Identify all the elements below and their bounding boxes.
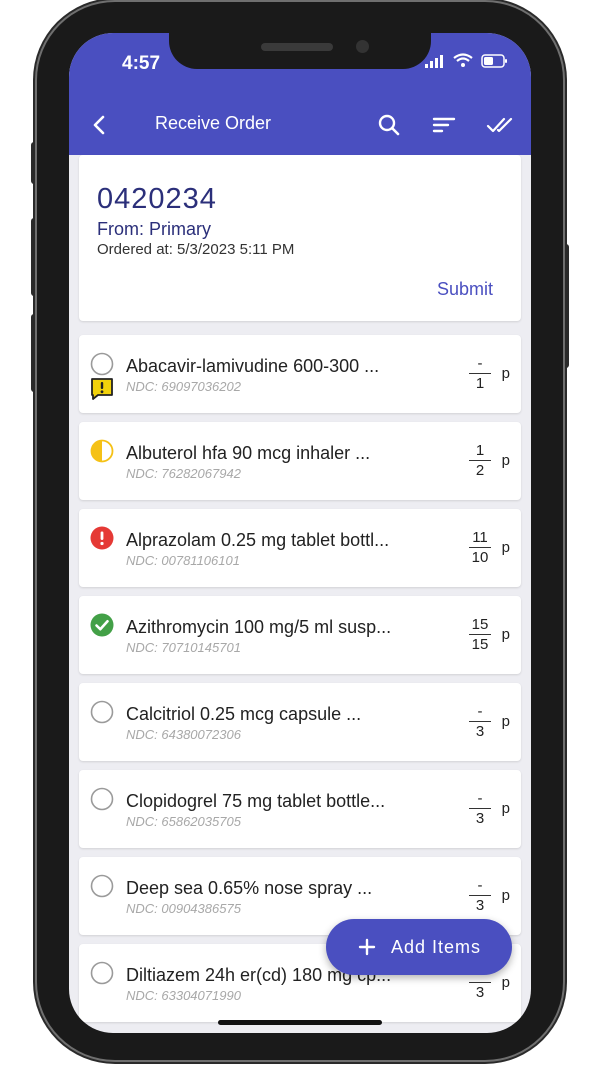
fraction-bar	[469, 373, 491, 374]
list-item[interactable]: Azithromycin 100 mg/5 ml susp... NDC: 707…	[79, 596, 521, 674]
list-item[interactable]: Calcitriol 0.25 mcg capsule ... NDC: 6438…	[79, 683, 521, 761]
order-summary-card: 0420234 From: Primary Ordered at: 5/3/20…	[79, 155, 521, 321]
received-count: 1	[475, 442, 485, 459]
item-name: Deep sea 0.65% nose spray ...	[126, 878, 373, 898]
item-name: Alprazolam 0.25 mg tablet bottl...	[126, 530, 390, 550]
app-bar: Receive Order	[69, 105, 531, 145]
double-check-icon[interactable]	[486, 110, 516, 140]
home-indicator	[218, 1020, 382, 1025]
ordered-count: 3	[475, 897, 485, 914]
item-quantity: -3	[469, 703, 491, 740]
empty-circle-icon[interactable]	[90, 352, 114, 376]
item-quantity: 15 15	[469, 616, 491, 653]
item-unit: p	[501, 626, 510, 643]
battery-icon	[481, 53, 507, 68]
item-unit: p	[501, 539, 510, 556]
page-title: Receive Order	[155, 113, 272, 133]
item-name: Abacavir-lamivudine 600-300 ...	[126, 356, 380, 376]
submit-button[interactable]: Submit	[437, 279, 493, 300]
signal-icon	[425, 54, 443, 68]
check-circle-icon[interactable]	[90, 613, 114, 637]
ordered-count: 2	[475, 462, 485, 479]
item-quantity: -1	[469, 355, 491, 392]
search-icon[interactable]	[374, 110, 404, 140]
add-items-button[interactable]: Add Items	[326, 919, 512, 975]
order-number: 0420234	[97, 183, 217, 215]
item-unit: p	[501, 365, 510, 382]
add-items-label: Add Items	[390, 936, 482, 957]
received-count: 15	[471, 616, 489, 633]
item-unit: p	[501, 713, 510, 730]
fraction-bar	[469, 808, 491, 809]
empty-circle-icon[interactable]	[90, 874, 114, 898]
item-ndc: NDC: 76282067942	[126, 466, 241, 481]
status-time: 4:57	[122, 53, 161, 74]
warning-icon	[91, 378, 113, 400]
item-ndc: NDC: 65862035705	[126, 814, 241, 829]
item-unit: p	[501, 452, 510, 469]
order-date: Ordered at: 5/3/2023 5:11 PM	[97, 241, 295, 258]
ordered-count: 1	[475, 375, 485, 392]
notch	[169, 33, 431, 69]
fraction-bar	[469, 634, 491, 635]
item-unit: p	[501, 887, 510, 904]
fraction-bar	[469, 895, 491, 896]
empty-circle-icon[interactable]	[90, 787, 114, 811]
app-header: 4:57 Receive Order	[69, 33, 531, 155]
wifi-icon	[453, 53, 473, 67]
ordered-count: 3	[475, 984, 485, 1001]
fraction-bar	[469, 460, 491, 461]
list-item[interactable]: Clopidogrel 75 mg tablet bottle... NDC: 6…	[79, 770, 521, 848]
received-count: -	[477, 355, 483, 372]
item-name: Azithromycin 100 mg/5 ml susp...	[126, 617, 392, 637]
item-ndc: NDC: 63304071990	[126, 988, 241, 1003]
plus-icon	[358, 938, 376, 956]
fraction-bar	[469, 982, 491, 983]
ordered-count: 15	[471, 636, 489, 653]
empty-circle-icon[interactable]	[90, 700, 114, 724]
received-count: -	[477, 703, 483, 720]
item-ndc: NDC: 69097036202	[126, 379, 241, 394]
received-count: -	[477, 877, 483, 894]
item-unit: p	[501, 974, 510, 991]
item-name: Albuterol hfa 90 mcg inhaler ...	[126, 443, 371, 463]
item-ndc: NDC: 00904386575	[126, 901, 241, 916]
fraction-bar	[469, 721, 491, 722]
item-quantity: -3	[469, 790, 491, 827]
received-count: 11	[472, 529, 488, 546]
chevron-left-icon[interactable]	[85, 110, 115, 140]
item-quantity: 11 10	[469, 529, 491, 566]
item-quantity: -3	[469, 877, 491, 914]
item-ndc: NDC: 70710145701	[126, 640, 241, 655]
item-unit: p	[501, 800, 510, 817]
ordered-count: 3	[475, 810, 485, 827]
status-icons	[425, 53, 509, 68]
error-icon[interactable]	[90, 526, 114, 550]
sort-icon[interactable]	[430, 110, 460, 140]
item-name: Clopidogrel 75 mg tablet bottle...	[126, 791, 386, 811]
speaker-grille	[261, 43, 333, 51]
list-item[interactable]: Alprazolam 0.25 mg tablet bottl... NDC: 0…	[79, 509, 521, 587]
half-circle-icon[interactable]	[90, 439, 114, 463]
ordered-count: 3	[475, 723, 485, 740]
phone-screen: 4:57 Receive Order 0420234 From: Primary…	[69, 33, 531, 1033]
item-name: Calcitriol 0.25 mcg capsule ...	[126, 704, 362, 724]
front-camera	[356, 40, 369, 53]
fraction-bar	[469, 547, 491, 548]
item-ndc: NDC: 00781106101	[126, 553, 240, 568]
empty-circle-icon[interactable]	[90, 961, 114, 985]
ordered-count: 10	[471, 549, 489, 566]
list-item[interactable]: Abacavir-lamivudine 600-300 ... NDC: 6909…	[79, 335, 521, 413]
order-source: From: Primary	[97, 219, 211, 239]
received-count: -	[477, 790, 483, 807]
item-ndc: NDC: 64380072306	[126, 727, 241, 742]
item-quantity: 12	[469, 442, 491, 479]
list-item[interactable]: Albuterol hfa 90 mcg inhaler ... NDC: 762…	[79, 422, 521, 500]
power-button	[563, 244, 569, 368]
